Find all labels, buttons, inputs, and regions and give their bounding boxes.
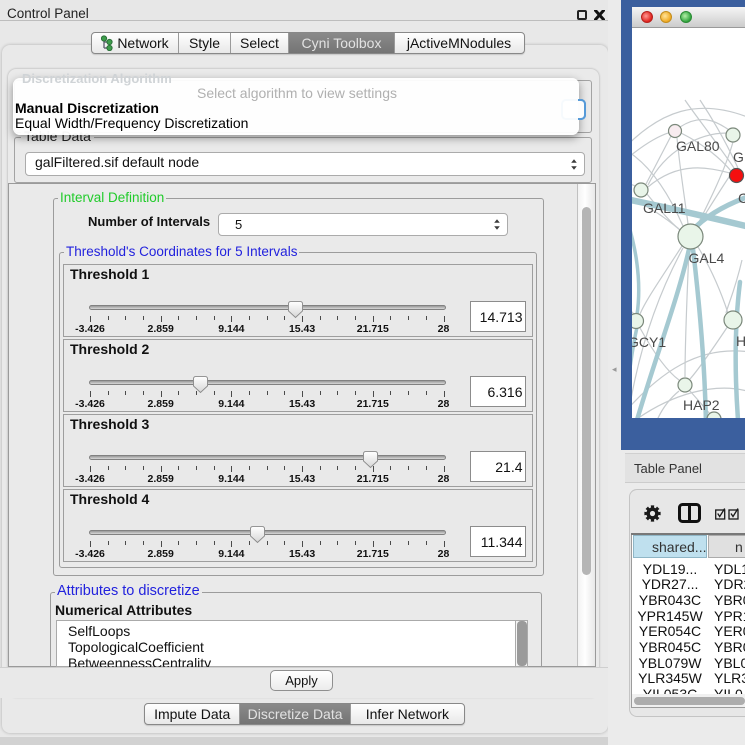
svg-text:C: C <box>738 190 745 206</box>
svg-text:HAP2: HAP2 <box>683 397 720 413</box>
svg-text:GAL11: GAL11 <box>643 200 686 216</box>
svg-text:H: H <box>736 333 745 349</box>
svg-text:G.: G. <box>733 149 745 165</box>
svg-text:GAL80: GAL80 <box>676 138 720 154</box>
svg-text:GAL4: GAL4 <box>689 250 725 266</box>
svg-text:GCY1: GCY1 <box>632 334 666 350</box>
